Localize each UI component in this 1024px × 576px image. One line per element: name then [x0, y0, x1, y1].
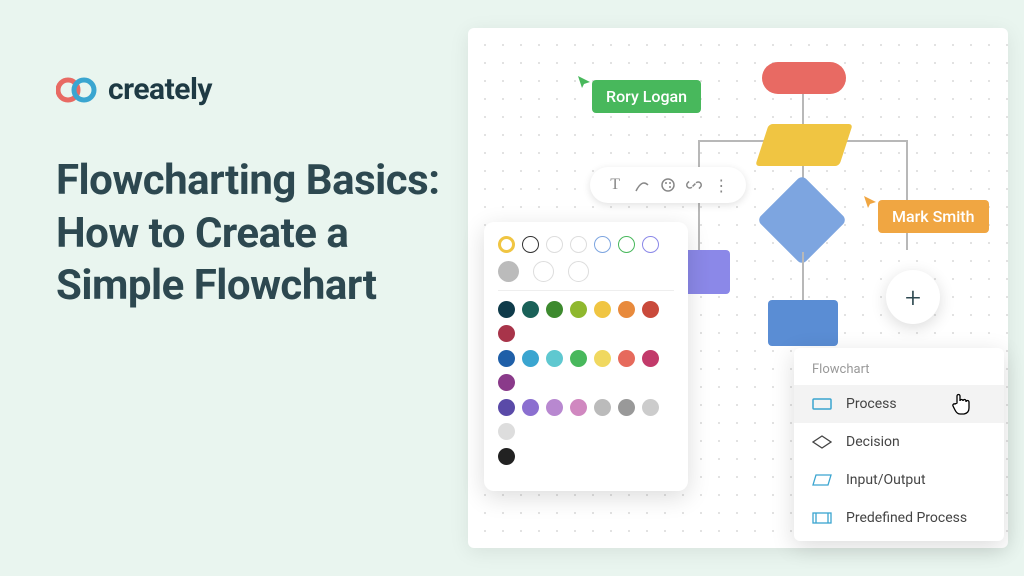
swatch[interactable] — [498, 448, 515, 465]
swatch[interactable] — [546, 399, 563, 416]
stroke-width-picker — [498, 261, 674, 282]
stroke-thin[interactable] — [498, 261, 519, 282]
connector — [906, 140, 908, 250]
swatch[interactable] — [618, 236, 635, 253]
logo-mark-icon — [56, 76, 100, 104]
palette-tool-icon[interactable] — [659, 176, 677, 194]
swatch[interactable] — [498, 350, 515, 367]
swatch[interactable] — [546, 301, 563, 318]
swatch[interactable] — [642, 350, 659, 367]
fill-swatches — [498, 399, 674, 440]
swatch[interactable] — [594, 399, 611, 416]
swatch[interactable] — [570, 399, 587, 416]
brand-name: creately — [108, 72, 212, 107]
color-palette-panel[interactable] — [484, 222, 688, 491]
draw-tool-icon[interactable] — [633, 176, 651, 194]
menu-item-label: Input/Output — [846, 472, 926, 488]
swatch[interactable] — [570, 350, 587, 367]
diagram-canvas[interactable]: Rory Logan Mark Smith T ⋮ — [468, 28, 1008, 548]
menu-item-io[interactable]: Input/Output — [794, 461, 1004, 499]
shape-picker-menu[interactable]: Flowchart Process Decision Input/Output … — [794, 348, 1004, 541]
swatch[interactable] — [498, 374, 515, 391]
connector — [802, 94, 804, 124]
collab-user-tag: Mark Smith — [878, 200, 989, 233]
fill-swatches — [498, 448, 674, 465]
text-tool-icon[interactable]: T — [606, 176, 624, 194]
menu-heading: Flowchart — [794, 358, 1004, 385]
menu-item-predefined[interactable]: Predefined Process — [794, 499, 1004, 537]
predefined-icon — [812, 511, 832, 525]
menu-item-process[interactable]: Process — [794, 385, 1004, 423]
cursor-icon — [862, 194, 878, 210]
menu-item-label: Decision — [846, 434, 900, 450]
swatch[interactable] — [498, 301, 515, 318]
swatch[interactable] — [522, 236, 539, 253]
fill-swatches — [498, 350, 674, 391]
stroke-thick[interactable] — [568, 261, 589, 282]
swatch[interactable] — [570, 301, 587, 318]
page-title: Flowcharting Basics: How to Create a Sim… — [56, 155, 456, 313]
floating-toolbar[interactable]: T ⋮ — [590, 167, 746, 203]
swatch[interactable] — [618, 399, 635, 416]
collab-user-tag: Rory Logan — [592, 80, 701, 113]
fill-swatches — [498, 301, 674, 342]
hand-cursor-icon — [950, 391, 974, 423]
swatch[interactable] — [642, 301, 659, 318]
divider — [498, 290, 674, 291]
swatch[interactable] — [546, 350, 563, 367]
swatch[interactable] — [498, 399, 515, 416]
menu-item-label: Process — [846, 396, 897, 412]
swatch[interactable] — [522, 350, 539, 367]
plus-icon: + — [905, 281, 921, 314]
swatch[interactable] — [498, 236, 515, 253]
menu-item-label: Predefined Process — [846, 510, 967, 526]
swatch[interactable] — [498, 325, 515, 342]
swatch[interactable] — [642, 236, 659, 253]
swatch[interactable] — [570, 236, 587, 253]
more-icon[interactable]: ⋮ — [712, 176, 730, 194]
stroke-med[interactable] — [533, 261, 554, 282]
brand-logo: creately — [56, 72, 456, 107]
connector — [802, 252, 804, 300]
swatch[interactable] — [522, 301, 539, 318]
swatch[interactable] — [594, 350, 611, 367]
io-icon — [812, 473, 832, 487]
menu-item-decision[interactable]: Decision — [794, 423, 1004, 461]
swatch[interactable] — [618, 350, 635, 367]
shape-parallelogram[interactable] — [755, 124, 853, 166]
swatch[interactable] — [618, 301, 635, 318]
swatch[interactable] — [594, 301, 611, 318]
add-shape-button[interactable]: + — [886, 270, 940, 324]
swatch[interactable] — [522, 399, 539, 416]
process-icon — [812, 397, 832, 411]
swatch[interactable] — [594, 236, 611, 253]
cursor-icon — [576, 74, 592, 90]
decision-icon — [812, 435, 832, 449]
link-tool-icon[interactable] — [685, 176, 703, 194]
outline-swatches — [498, 236, 674, 253]
shape-terminator[interactable] — [762, 62, 846, 94]
swatch[interactable] — [642, 399, 659, 416]
swatch[interactable] — [498, 423, 515, 440]
shape-process[interactable] — [768, 300, 838, 346]
swatch[interactable] — [546, 236, 563, 253]
